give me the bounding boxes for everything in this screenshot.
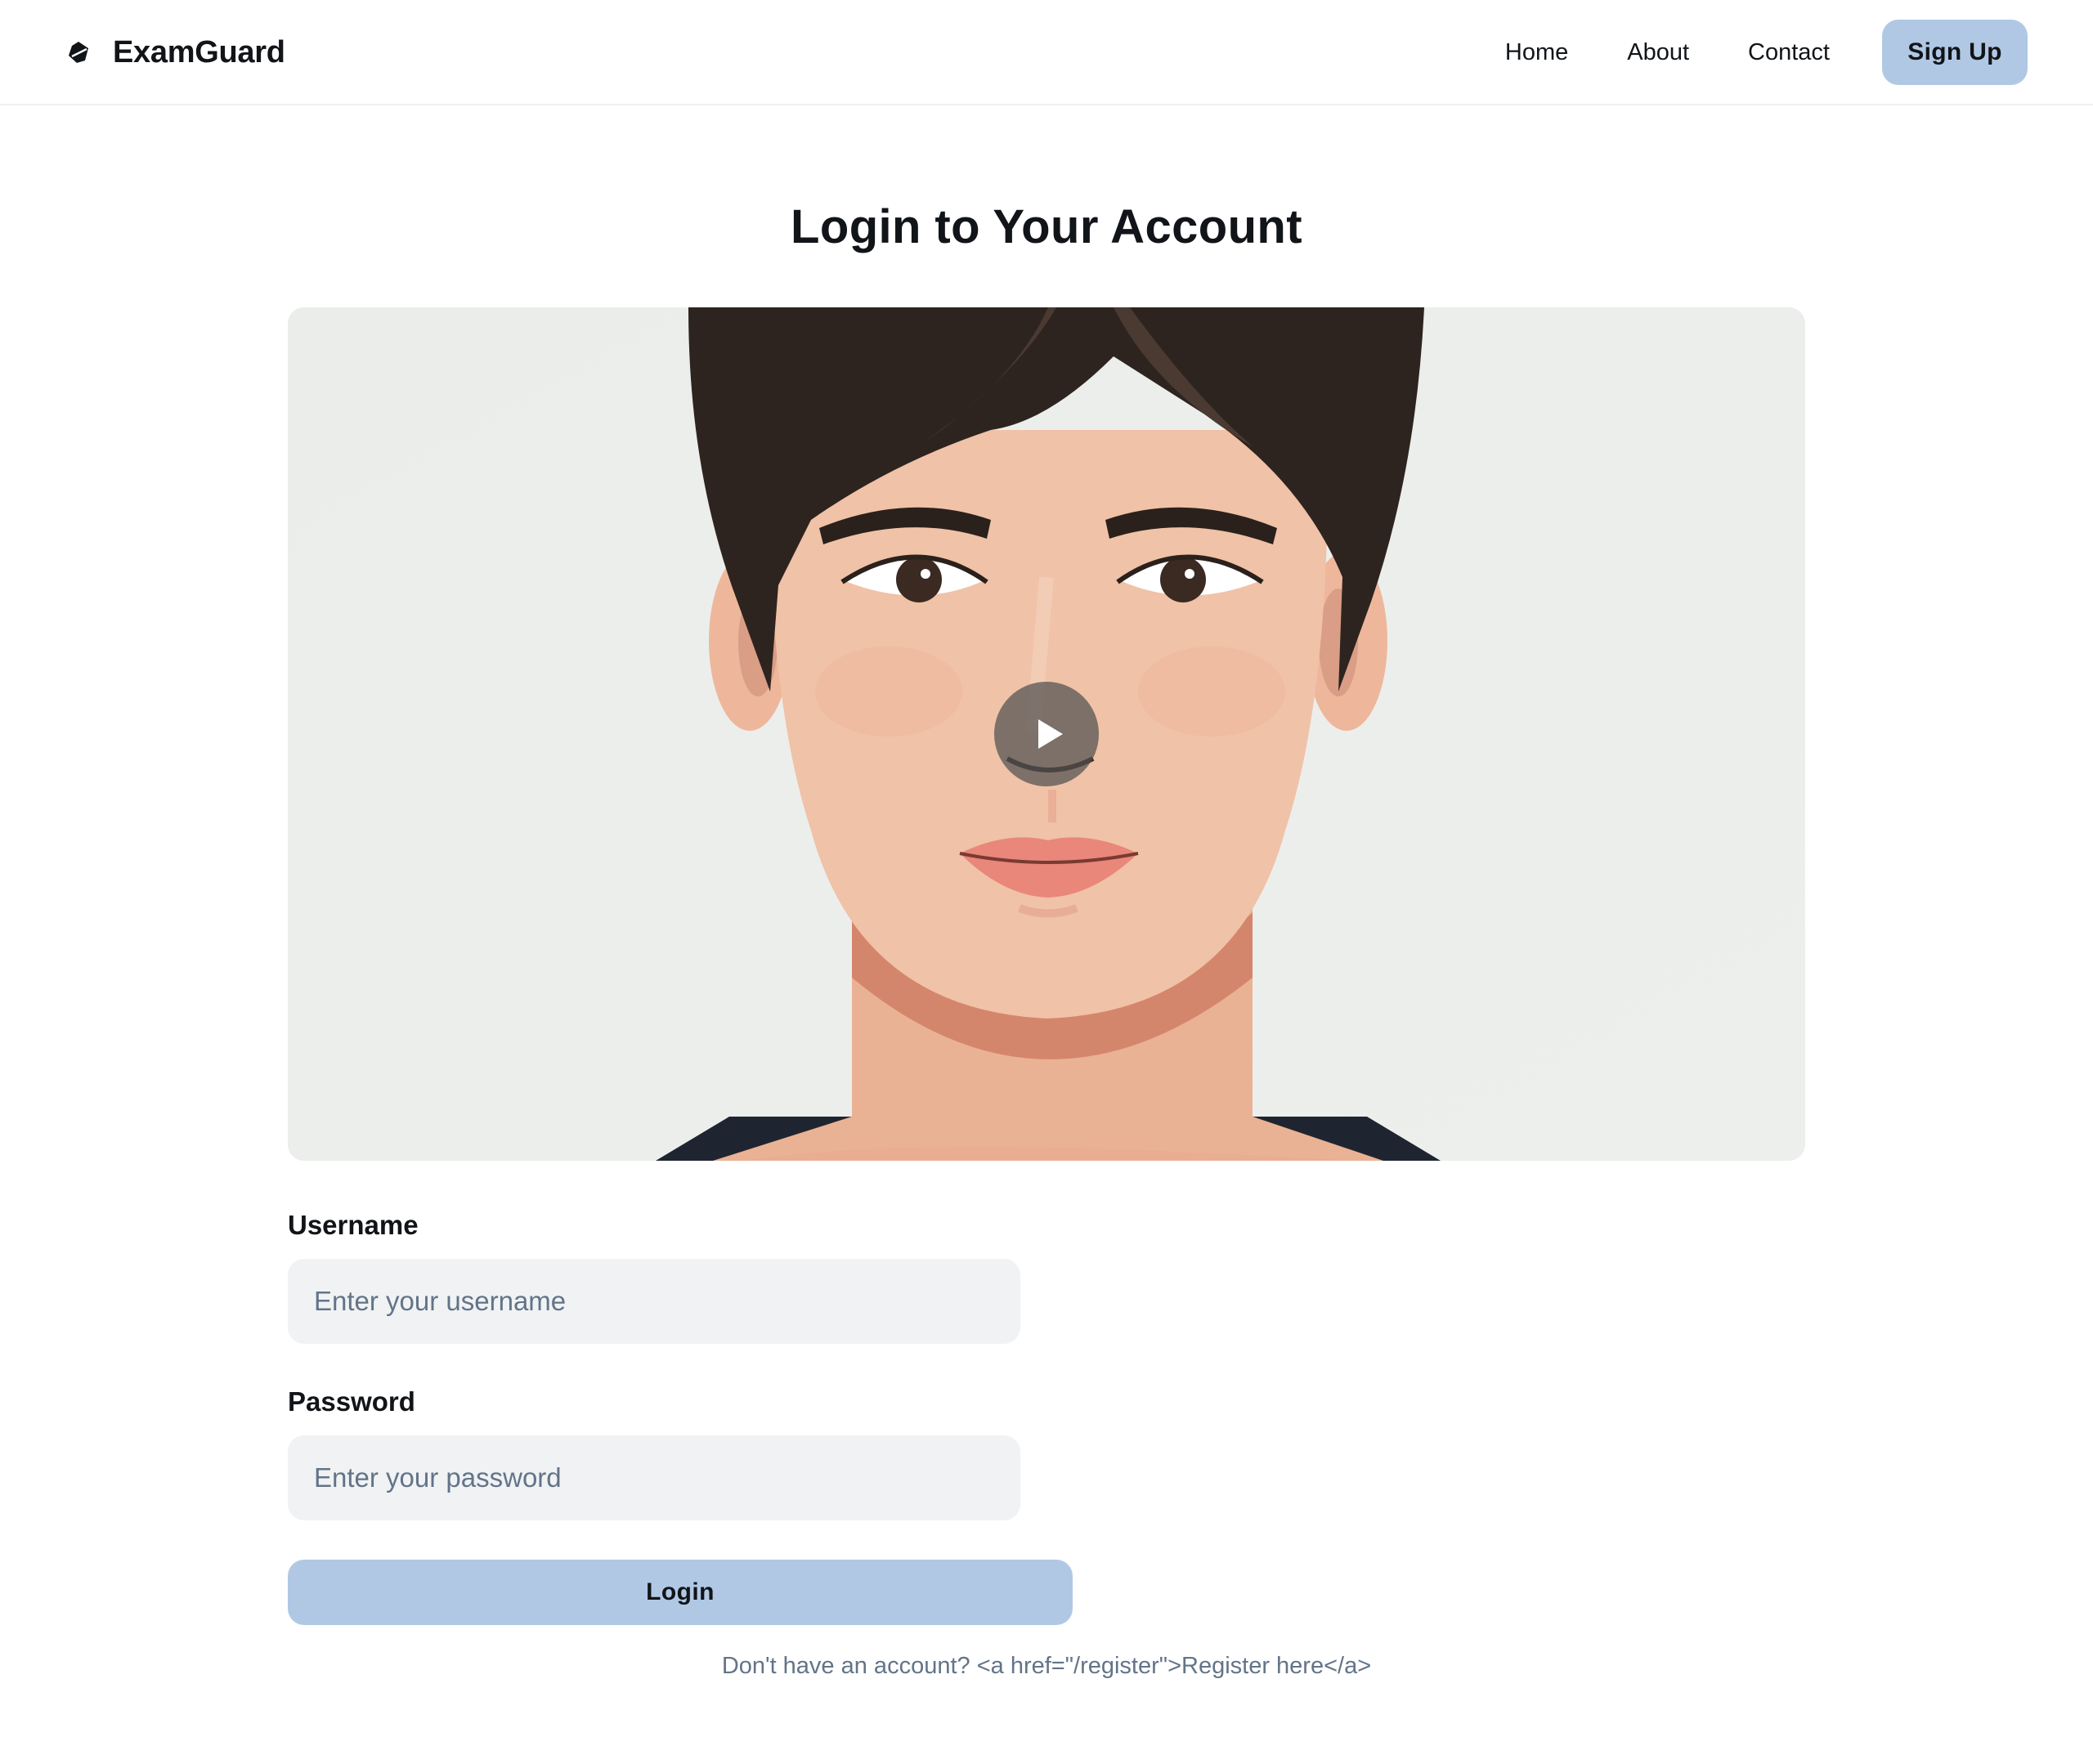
- top-navbar: ExamGuard Home About Contact Sign Up: [0, 0, 2093, 105]
- nav-link-about[interactable]: About: [1627, 39, 1689, 66]
- main-nav: Home About Contact Sign Up: [1505, 20, 2028, 85]
- brand-name: ExamGuard: [113, 34, 285, 69]
- play-icon: [1038, 719, 1063, 749]
- brand[interactable]: ExamGuard: [65, 29, 285, 75]
- nav-link-home[interactable]: Home: [1505, 39, 1568, 66]
- login-button[interactable]: Login: [288, 1560, 1073, 1625]
- username-label: Username: [288, 1210, 419, 1240]
- play-button[interactable]: [994, 682, 1099, 786]
- shield-logo-icon: [69, 42, 88, 63]
- password-label: Password: [288, 1386, 415, 1417]
- username-input[interactable]: [288, 1259, 1020, 1344]
- nav-link-contact[interactable]: Contact: [1748, 39, 1830, 66]
- sign-up-button[interactable]: Sign Up: [1882, 20, 2028, 85]
- password-input[interactable]: [288, 1435, 1020, 1520]
- register-note: Don't have an account? <a href="/registe…: [721, 1653, 1372, 1679]
- page-title: Login to Your Account: [791, 200, 1302, 253]
- face-video-preview[interactable]: [288, 307, 1805, 1161]
